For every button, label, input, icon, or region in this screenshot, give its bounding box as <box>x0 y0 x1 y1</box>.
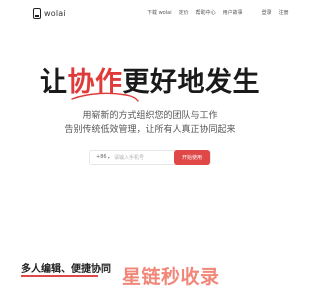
headline-accent-underline <box>71 92 139 102</box>
nav-register-link[interactable]: 注册 <box>279 9 289 16</box>
wolai-logo[interactable]: wolai <box>33 6 66 20</box>
hero-headline: 让协作更好地发生 <box>0 60 300 99</box>
hero-subtitle-line-2: 告别传统低效管理，让所有人真正协同起来 <box>64 125 236 135</box>
nav-menu: 下载 wolai 定价 帮助中心 用户故事 登录 注册 <box>147 9 289 16</box>
nav-user-stories-link[interactable]: 用户故事 <box>223 9 243 16</box>
headline-before: 让 <box>40 67 68 98</box>
nav-login-link[interactable]: 登录 <box>262 9 272 16</box>
nav-download-link[interactable]: 下载 wolai <box>147 9 172 16</box>
feature-title-underline <box>21 275 98 277</box>
phone-input[interactable] <box>114 153 174 163</box>
logo-text: wolai <box>44 8 66 18</box>
nav-spacer <box>250 9 255 16</box>
country-code-selector[interactable]: +86 ▾ <box>96 154 110 160</box>
hero-subtitle-line-1: 用崭新的方式组织您的团队与工作 <box>82 111 218 121</box>
wolai-logo-icon <box>33 7 41 19</box>
country-code: +86 <box>96 154 107 160</box>
signup-form: +86 ▾ 开始使用 <box>89 150 211 165</box>
nav-help-center-link[interactable]: 帮助中心 <box>196 9 216 16</box>
start-using-button[interactable]: 开始使用 <box>174 150 210 165</box>
watermark-text: 星链秒收录 <box>122 266 220 288</box>
top-navigation-bar: wolai 下载 wolai 定价 帮助中心 用户故事 登录 注册 <box>0 0 300 28</box>
nav-pricing-link[interactable]: 定价 <box>179 9 189 16</box>
headline-after: 更好地发生 <box>122 67 260 98</box>
feature-section-title: 多人编辑、便捷协同 <box>21 264 111 275</box>
chevron-down-icon: ▾ <box>107 154 110 160</box>
